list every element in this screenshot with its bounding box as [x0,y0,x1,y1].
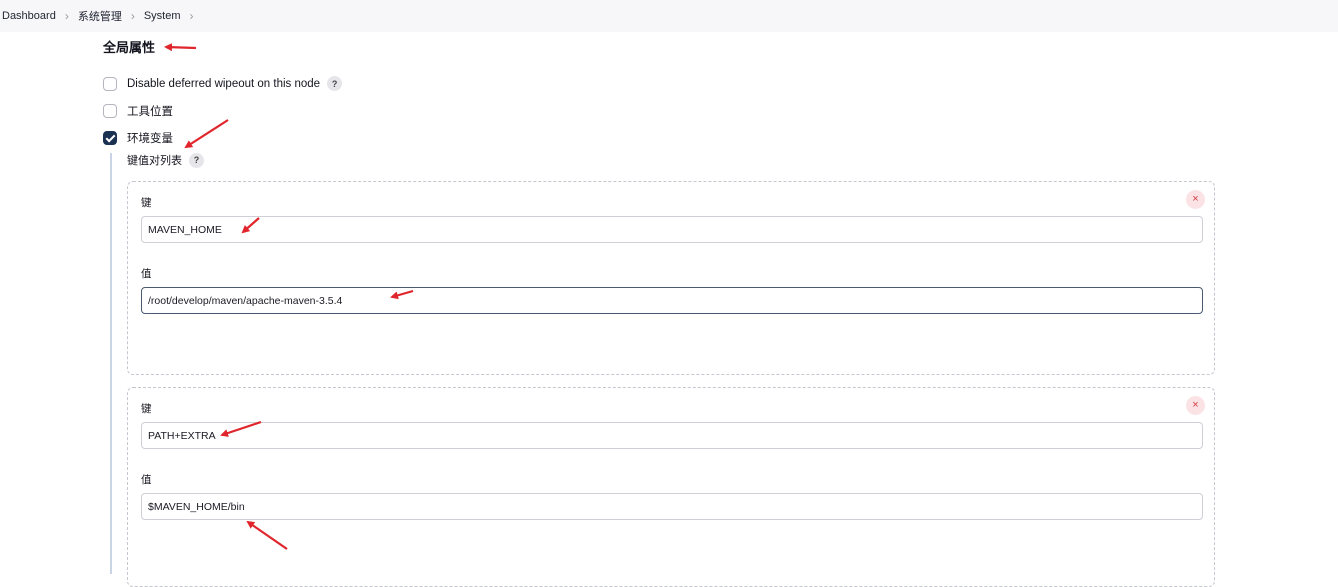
breadcrumb-manage[interactable]: 系统管理 [78,8,122,24]
key-label: 键 [141,197,152,209]
env-entry: × 键 值 [127,181,1215,375]
kv-list-label-text: 键值对列表 [127,155,182,167]
checkbox-label: 环境变量 [127,133,173,145]
chevron-right-icon: › [64,9,69,23]
kv-list-label: 键值对列表 ? [127,152,204,168]
value-label: 值 [141,268,152,280]
arrow-icon [164,43,197,52]
value-label: 值 [141,474,152,486]
checkbox-row-tool-locations[interactable]: 工具位置 [103,103,173,119]
disable-wipeout-checkbox[interactable] [103,76,117,91]
help-icon[interactable]: ? [327,76,343,91]
breadcrumb: Dashboard › 系统管理 › System › [0,0,1338,32]
checkbox-row-disable-wipeout[interactable]: Disable deferred wipeout on this node ? [103,76,343,91]
checkbox-row-env-vars[interactable]: 环境变量 [103,130,173,146]
tool-locations-checkbox[interactable] [103,104,117,118]
arrow-icon [184,119,229,149]
key-input[interactable] [141,216,1203,243]
key-input[interactable] [141,422,1203,449]
nested-section-line [110,153,112,574]
breadcrumb-system[interactable]: System [144,10,181,22]
env-vars-checkbox[interactable] [103,131,117,145]
breadcrumb-dashboard[interactable]: Dashboard [2,10,56,22]
section-title: 全局属性 [103,40,156,55]
checkbox-label: 工具位置 [127,106,173,118]
value-input[interactable] [141,287,1203,314]
delete-icon[interactable]: × [1186,190,1205,209]
help-icon[interactable]: ? [189,152,204,168]
key-label: 键 [141,403,152,415]
env-entry: × 键 值 [127,387,1215,587]
value-input[interactable] [141,493,1203,520]
chevron-right-icon[interactable]: › [190,9,194,23]
chevron-right-icon: › [130,9,135,23]
delete-icon[interactable]: × [1186,396,1205,415]
checkbox-label: Disable deferred wipeout on this node [127,77,321,90]
